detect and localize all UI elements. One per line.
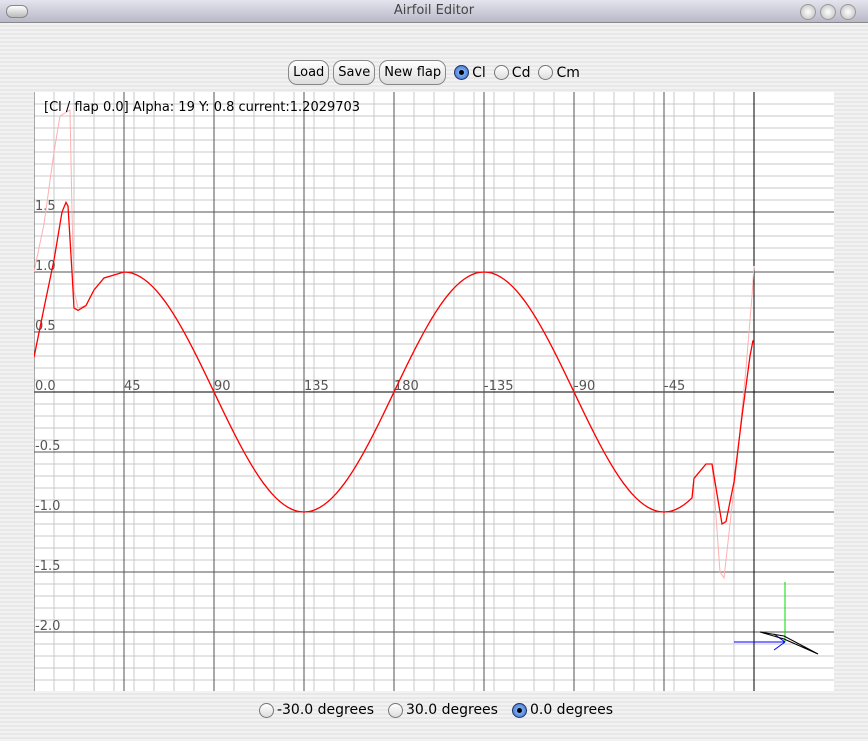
y-tick-label: 0.0 (35, 379, 56, 394)
window-title: Airfoil Editor (393, 3, 475, 18)
x-tick-label: 45 (124, 379, 141, 394)
radio-label: -30.0 degrees (276, 702, 374, 718)
radio-icon[interactable] (538, 65, 554, 80)
radio-icon[interactable] (258, 702, 274, 718)
maximize-button[interactable] (820, 4, 836, 20)
y-tick-label: 0.5 (35, 319, 56, 334)
x-tick-label: 180 (394, 379, 419, 394)
airfoil-icon (759, 631, 819, 655)
radio-flap-0[interactable]: 0.0 degrees (511, 702, 614, 718)
toolbar: Load Save New flap Cl Cd Cm (0, 60, 868, 85)
radio-icon[interactable] (493, 65, 509, 80)
status-readout: [Cl / flap 0.0] Alpha: 19 Y: 0.8 current… (44, 100, 360, 115)
y-tick-label: -0.5 (35, 439, 60, 454)
radio-icon[interactable] (387, 702, 403, 718)
flap-selector: -30.0 degrees 30.0 degrees 0.0 degrees (0, 702, 868, 718)
radio-flap-30[interactable]: 30.0 degrees (387, 702, 498, 718)
save-button[interactable]: Save (333, 60, 376, 85)
close-button[interactable] (840, 4, 856, 20)
radio-icon[interactable] (511, 702, 527, 718)
x-tick-label: 135 (304, 379, 329, 394)
radio-icon[interactable] (454, 65, 470, 80)
airfoil-gizmo (734, 582, 819, 655)
radio-cm[interactable]: Cm (538, 64, 580, 81)
radio-flap-minus30[interactable]: -30.0 degrees (258, 702, 374, 718)
radio-cd[interactable]: Cd (493, 64, 531, 81)
new-flap-button[interactable]: New flap (379, 60, 447, 85)
y-tick-label: -2.0 (35, 619, 60, 634)
x-tick-label: 90 (214, 379, 231, 394)
x-tick-label: -45 (664, 379, 685, 394)
title-bar: Airfoil Editor (0, 0, 868, 23)
y-tick-label: -1.5 (35, 559, 60, 574)
x-tick-label: -135 (484, 379, 514, 394)
load-button[interactable]: Load (288, 60, 330, 85)
radio-label: 30.0 degrees (405, 702, 498, 718)
radio-label: 0.0 degrees (529, 702, 614, 718)
y-tick-label: -1.0 (35, 499, 60, 514)
radio-label: Cl (472, 64, 486, 81)
x-tick-label: -90 (574, 379, 595, 394)
radio-cl[interactable]: Cl (454, 65, 486, 81)
minimize-button[interactable] (800, 4, 816, 20)
radio-label: Cm (556, 64, 580, 81)
radio-label: Cd (511, 64, 531, 81)
window-menu-button[interactable] (6, 5, 28, 18)
cl-chart[interactable]: 1.51.00.50.0-0.5-1.0-1.5-2.045 90 135 180 -1… (34, 92, 834, 691)
